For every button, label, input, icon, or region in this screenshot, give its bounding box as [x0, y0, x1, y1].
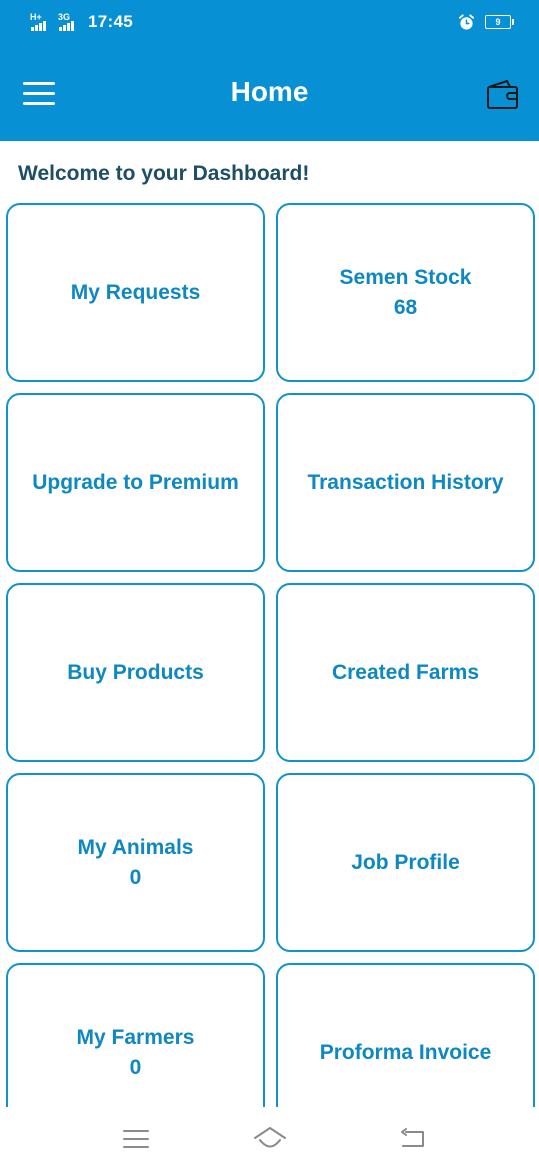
- card-label: Upgrade to Premium: [32, 470, 239, 494]
- status-time: 17:45: [88, 12, 133, 31]
- recent-apps-icon[interactable]: [116, 1121, 156, 1157]
- card-label: Proforma Invoice: [319, 1040, 492, 1064]
- card-label: Transaction History: [307, 470, 504, 494]
- card-label: My Animals: [77, 835, 194, 859]
- card-label: My Requests: [70, 280, 201, 304]
- card-label: Created Farms: [331, 660, 480, 684]
- card-count: 0: [129, 1055, 142, 1079]
- card-my-requests[interactable]: My Requests: [6, 203, 265, 382]
- status-right: 9: [458, 12, 514, 32]
- card-label: Buy Products: [67, 660, 204, 684]
- card-job-profile[interactable]: Job Profile: [276, 773, 535, 952]
- status-bar: H+ 3G 17:45 9: [0, 0, 539, 44]
- dashboard-grid: My Requests Semen Stock 68 Upgrade to Pr…: [6, 203, 536, 1107]
- back-icon[interactable]: [392, 1121, 432, 1157]
- home-icon[interactable]: [250, 1121, 290, 1157]
- card-count: 68: [393, 295, 418, 319]
- card-label: My Farmers: [76, 1025, 195, 1049]
- card-buy-products[interactable]: Buy Products: [6, 583, 265, 762]
- card-my-animals[interactable]: My Animals 0: [6, 773, 265, 952]
- wallet-icon[interactable]: [481, 72, 525, 116]
- card-label: Semen Stock: [339, 265, 472, 289]
- signal-icon: H+: [30, 12, 52, 31]
- welcome-heading: Welcome to your Dashboard!: [18, 162, 310, 185]
- hamburger-menu-icon[interactable]: [18, 72, 60, 114]
- battery-icon: 9: [485, 15, 514, 29]
- card-label: Job Profile: [351, 850, 460, 874]
- card-created-farms[interactable]: Created Farms: [276, 583, 535, 762]
- card-transaction-history[interactable]: Transaction History: [276, 393, 535, 572]
- card-semen-stock[interactable]: Semen Stock 68: [276, 203, 535, 382]
- card-my-farmers[interactable]: My Farmers 0: [6, 963, 265, 1107]
- page-title: Home: [230, 76, 309, 107]
- card-proforma-invoice[interactable]: Proforma Invoice: [276, 963, 535, 1107]
- app-bar: Home: [0, 44, 539, 141]
- system-nav-bar: [0, 1107, 539, 1170]
- alarm-icon: [458, 13, 475, 30]
- status-left: H+ 3G 17:45: [30, 10, 133, 34]
- card-upgrade-to-premium[interactable]: Upgrade to Premium: [6, 393, 265, 572]
- card-count: 0: [129, 865, 142, 889]
- battery-level: 9: [495, 17, 501, 27]
- signal-icon: 3G: [58, 12, 80, 31]
